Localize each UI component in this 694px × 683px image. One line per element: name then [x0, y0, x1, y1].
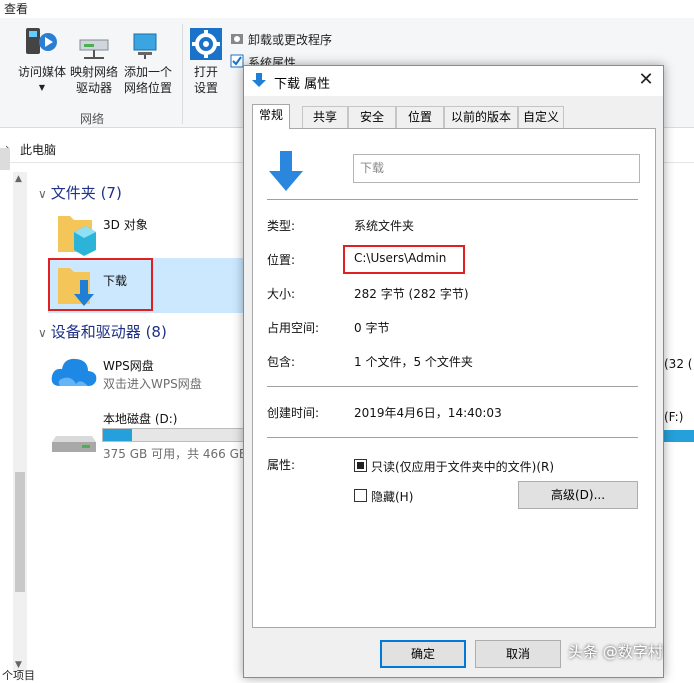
size-value: 282 字节 (282 字节) — [354, 287, 469, 301]
cloud-icon — [51, 358, 97, 386]
open-settings-label-2: 设置 — [193, 81, 218, 95]
ok-button[interactable]: 确定 — [380, 640, 466, 668]
add-location-label-1: 添加一个 — [123, 65, 172, 79]
tab-previous-versions[interactable]: 以前的版本 — [444, 106, 518, 128]
disk-d-name[interactable]: 本地磁盘 (D:) — [103, 410, 177, 427]
tab-sharing[interactable]: 共享 — [302, 106, 348, 128]
3d-objects-folder-icon — [58, 216, 96, 256]
created-value: 2019年4月6日，14:40:03 — [354, 406, 502, 420]
open-settings-button[interactable]: 打开 设置 — [186, 64, 226, 96]
tab-general[interactable]: 常规 — [252, 104, 290, 129]
map-drive-label-1: 映射网络 — [69, 65, 118, 79]
chevron-down-icon: ∨ — [38, 326, 47, 340]
breadcrumb[interactable]: 此电脑 — [20, 141, 56, 158]
tab-customize[interactable]: 自定义 — [518, 106, 564, 128]
dialog-title-bar[interactable]: 下载 属性 ✕ — [244, 66, 663, 96]
drive-usage-fragment — [664, 430, 694, 442]
scroll-up-icon[interactable]: ▲ — [15, 174, 22, 184]
readonly-checkbox[interactable] — [354, 459, 367, 472]
download-arrow-icon — [252, 73, 266, 87]
tab-location[interactable]: 位置 — [396, 106, 444, 128]
map-drive-label-2: 驱动器 — [75, 81, 112, 95]
close-icon[interactable]: ✕ — [629, 66, 663, 96]
download-arrow-icon — [269, 151, 303, 191]
add-network-location-button[interactable]: 添加一个 网络位置 — [122, 64, 174, 96]
size-label: 大小: — [267, 287, 296, 301]
map-drive-button[interactable]: 映射网络 驱动器 — [68, 64, 120, 96]
properties-dialog: 下载 属性 ✕ 常规 共享 安全 位置 以前的版本 自定义 下载 类型: 系统文… — [243, 65, 664, 678]
disk-size-value: 0 字节 — [354, 321, 390, 335]
add-location-label-2: 网络位置 — [123, 81, 172, 95]
access-media-button[interactable]: 访问媒体 — [16, 64, 68, 80]
divider — [267, 437, 638, 438]
wps-drive-subtitle: 双击进入WPS网盘 — [103, 377, 202, 391]
folders-section-header[interactable]: ∨ 文件夹 (7) — [38, 182, 122, 203]
created-label: 创建时间: — [267, 406, 320, 420]
watermark-text: 头条 @数字村 — [568, 643, 663, 661]
wps-drive-name[interactable]: WPS网盘 — [103, 357, 154, 374]
nav-pane-selected-item[interactable] — [0, 148, 10, 170]
divider — [267, 199, 638, 200]
navigation-scrollbar[interactable]: ▲ ▼ — [13, 172, 27, 672]
media-server-icon — [26, 28, 57, 54]
hidden-label[interactable]: 隐藏(H) — [371, 488, 413, 505]
disk-size-label: 占用空间: — [267, 321, 320, 335]
contains-value: 1 个文件，5 个文件夹 — [354, 355, 473, 369]
type-value: 系统文件夹 — [354, 219, 415, 233]
type-label: 类型: — [267, 219, 296, 233]
chevron-down-icon: ▼ — [38, 83, 46, 92]
uninstall-programs-button[interactable]: 卸载或更改程序 — [248, 31, 332, 48]
disk-d-space: 375 GB 可用，共 466 GB — [103, 447, 248, 461]
open-settings-label-1: 打开 — [193, 65, 218, 79]
highlight-box-downloads — [48, 258, 153, 311]
system-properties-icon — [230, 54, 244, 68]
network-location-icon — [133, 33, 157, 59]
disk-d-usage-fill — [103, 429, 132, 441]
folder-name-field[interactable]: 下载 — [353, 154, 640, 183]
readonly-label[interactable]: 只读(仅应用于文件夹中的文件)(R) — [371, 458, 554, 475]
tab-security[interactable]: 安全 — [348, 106, 396, 128]
status-bar-text: 个项目 — [2, 669, 35, 682]
folder-3d-objects[interactable]: 3D 对象 — [103, 216, 148, 233]
scrollbar-thumb[interactable] — [15, 472, 25, 592]
chevron-down-icon: ∨ — [38, 187, 47, 201]
devices-section-header[interactable]: ∨ 设备和驱动器 (8) — [38, 321, 167, 342]
advanced-button[interactable]: 高级(D)... — [518, 481, 638, 509]
network-group-label: 网络 — [80, 112, 105, 126]
highlight-box-location — [343, 245, 465, 274]
contains-label: 包含: — [267, 355, 296, 369]
dialog-title: 下载 属性 — [274, 77, 331, 92]
divider — [267, 386, 638, 387]
gear-icon — [190, 28, 222, 60]
location-label: 位置: — [267, 253, 296, 267]
general-tab-panel: 下载 类型: 系统文件夹 位置: C:\Users\Admin 大小: 282 … — [252, 128, 656, 628]
ribbon-separator — [182, 24, 183, 124]
drive-info-fragment: (32 ( — [664, 357, 693, 371]
attributes-label: 属性: — [267, 458, 296, 472]
uninstall-icon — [231, 34, 243, 44]
hidden-checkbox[interactable] — [354, 489, 367, 502]
disk-d-usage-bar — [102, 428, 248, 442]
cancel-button[interactable]: 取消 — [475, 640, 561, 668]
network-drive-icon — [79, 39, 109, 59]
drive-letter-fragment: (F:) — [664, 410, 684, 424]
hard-drive-icon — [52, 436, 96, 452]
ribbon-tab-view[interactable]: 查看 — [4, 0, 28, 17]
